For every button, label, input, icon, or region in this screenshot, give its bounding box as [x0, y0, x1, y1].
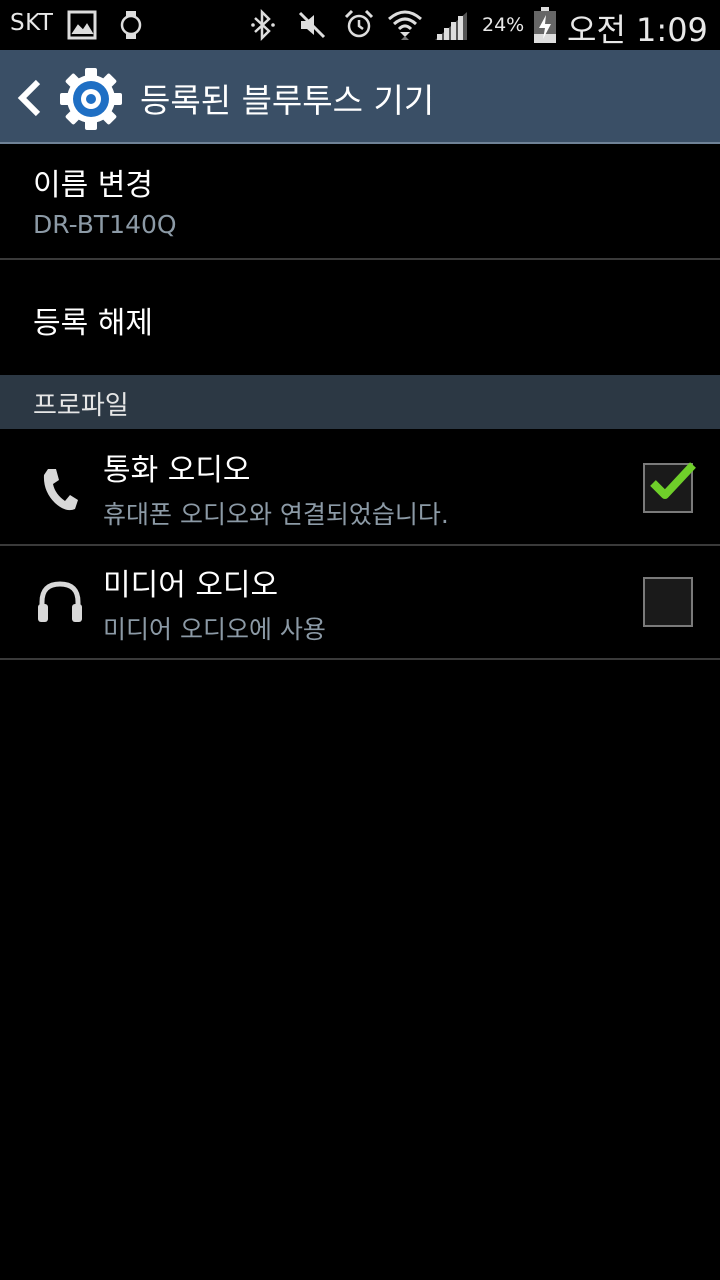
media-audio-title: 미디어 오디오 [103, 568, 279, 603]
battery-percent: 24% [482, 14, 525, 36]
wifi-icon [388, 10, 422, 40]
action-bar: 등록된 블루투스 기기 [0, 50, 720, 144]
bluetooth-icon [251, 9, 275, 41]
gallery-notification-icon [67, 10, 97, 40]
status-bar: SKT 24% 오전 1:09 [0, 0, 720, 50]
call-audio-subtitle: 휴대폰 오디오와 연결되었습니다. [103, 500, 449, 529]
profile-item-media-audio[interactable]: 미디어 오디오 미디어 오디오에 사용 [0, 546, 720, 660]
settings-gear-icon[interactable] [58, 66, 124, 132]
watch-icon [120, 11, 142, 39]
unpair-device-item[interactable]: 등록 해제 [0, 260, 720, 375]
rename-title: 이름 변경 [33, 168, 153, 203]
alarm-icon [344, 9, 374, 38]
page-title: 등록된 블루투스 기기 [140, 81, 435, 120]
back-arrow-icon[interactable] [14, 78, 44, 118]
media-audio-checkbox[interactable] [643, 577, 693, 627]
call-audio-title: 통화 오디오 [103, 453, 251, 488]
rename-device-item[interactable]: 이름 변경 DR-BT140Q [0, 144, 720, 260]
profiles-section-header: 프로파일 [0, 375, 720, 429]
checkmark-icon [650, 462, 696, 499]
call-audio-checkbox[interactable] [643, 462, 696, 513]
profile-item-call-audio[interactable]: 통화 오디오 휴대폰 오디오와 연결되었습니다. [0, 429, 720, 546]
profiles-header-label: 프로파일 [33, 391, 129, 421]
carrier-label: SKT [10, 10, 54, 36]
mute-icon [298, 11, 326, 39]
clock: 오전 1:09 [567, 11, 708, 49]
unpair-title: 등록 해제 [33, 306, 153, 341]
media-audio-subtitle: 미디어 오디오에 사용 [103, 615, 326, 644]
signal-icon [435, 12, 467, 40]
headphones-icon [38, 581, 82, 622]
device-name: DR-BT140Q [33, 210, 177, 239]
phone-icon [43, 469, 78, 511]
battery-charging-icon [534, 7, 556, 43]
